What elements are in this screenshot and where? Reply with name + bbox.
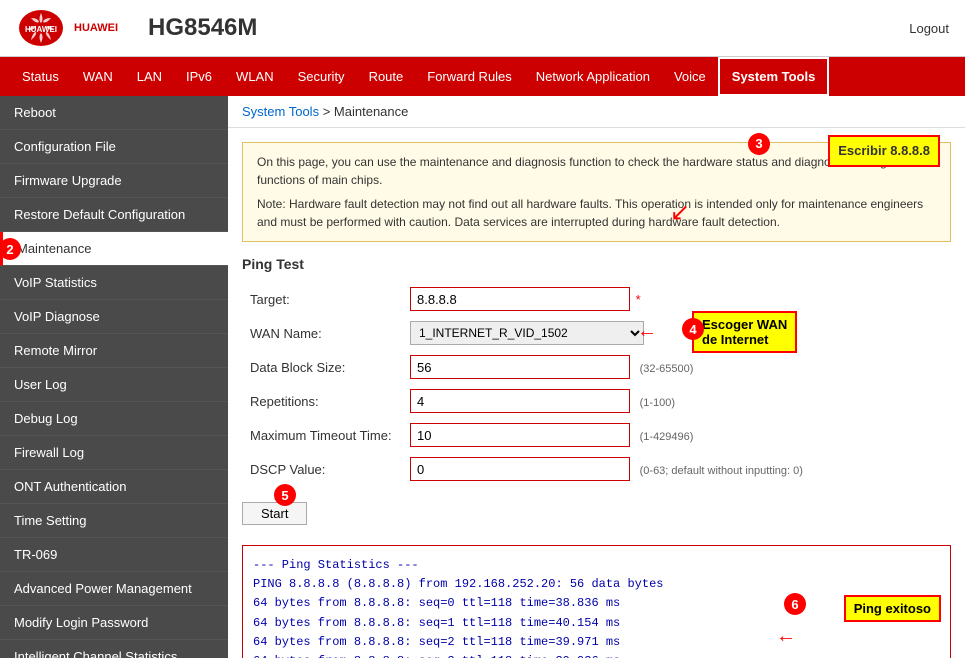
timeout-label: Maximum Timeout Time: (242, 418, 402, 452)
nav-status[interactable]: Status (10, 59, 71, 94)
sidebar-item-config-file[interactable]: Configuration File (0, 130, 228, 164)
repetitions-label: Repetitions: (242, 384, 402, 418)
nav-wan[interactable]: WAN (71, 59, 125, 94)
dscp-input[interactable] (410, 457, 630, 481)
logout-button[interactable]: Logout (909, 21, 949, 36)
data-block-input[interactable] (410, 355, 630, 379)
huawei-logo-icon: HUAWEI (16, 8, 66, 48)
annotation-badge-6: 6 (784, 593, 806, 615)
ping-line: 64 bytes from 8.8.8.8: seq=3 ttl=118 tim… (253, 652, 940, 658)
sidebar-item-ont-auth[interactable]: ONT Authentication (0, 470, 228, 504)
page-title: HG8546M (148, 14, 257, 42)
sidebar-item-tr069[interactable]: TR-069 (0, 538, 228, 572)
content-inner: On this page, you can use the maintenanc… (228, 128, 965, 658)
info-text-2: Note: Hardware fault detection may not f… (257, 195, 936, 231)
start-button-wrapper: Start 5 (242, 496, 307, 525)
sidebar-item-voip-stats[interactable]: VoIP Statistics (0, 266, 228, 300)
nav-security[interactable]: Security (286, 59, 357, 94)
ping-output-wrapper: --- Ping Statistics ---PING 8.8.8.8 (8.8… (242, 545, 951, 658)
arrow-left-icon: ← (637, 320, 657, 343)
annotation-badge-5: 5 (274, 484, 296, 506)
annotation-ping-exitoso: Ping exitoso (844, 595, 941, 622)
dscp-label: DSCP Value: (242, 452, 402, 486)
timeout-hint: (1-429496) (640, 431, 694, 443)
brand-name: HUAWEI (74, 22, 118, 34)
content-area: System Tools > Maintenance On this page,… (228, 96, 965, 658)
breadcrumb-parent[interactable]: System Tools (242, 104, 319, 119)
target-label: Target: (242, 282, 402, 316)
wan-name-label: WAN Name: (242, 316, 402, 350)
timeout-input[interactable] (410, 423, 630, 447)
nav-system-tools[interactable]: System Tools (718, 57, 830, 96)
annotation-escoger-wan: Escoger WANde Internet (692, 311, 797, 353)
sidebar-item-reboot[interactable]: Reboot (0, 96, 228, 130)
sidebar-item-maintenance[interactable]: Maintenance 2 (0, 232, 228, 266)
sidebar-item-intelligent-channel[interactable]: Intelligent Channel Statistics (0, 640, 228, 658)
nav-voice[interactable]: Voice (662, 59, 718, 94)
ping-line: 64 bytes from 8.8.8.8: seq=1 ttl=118 tim… (253, 614, 940, 633)
start-button[interactable]: Start (242, 502, 307, 525)
sidebar-item-adv-power[interactable]: Advanced Power Management (0, 572, 228, 606)
ping-line: 64 bytes from 8.8.8.8: seq=0 ttl=118 tim… (253, 594, 940, 613)
sidebar-item-voip-diagnose[interactable]: VoIP Diagnose (0, 300, 228, 334)
arrow-down-icon: ↙ (670, 195, 690, 231)
ping-test-section: Ping Test Target: * WAN Name: 1_INT (242, 256, 951, 658)
ping-line: PING 8.8.8.8 (8.8.8.8) from 192.168.252.… (253, 575, 940, 594)
ping-line: --- Ping Statistics --- (253, 556, 940, 575)
sidebar-item-user-log[interactable]: User Log (0, 368, 228, 402)
ping-test-title: Ping Test (242, 256, 951, 272)
dscp-hint: (0-63; default without inputting: 0) (640, 465, 803, 477)
annotation-escribir: Escribir 8.8.8.8 (828, 135, 940, 167)
sidebar-item-time-setting[interactable]: Time Setting (0, 504, 228, 538)
nav-wlan[interactable]: WLAN (224, 59, 286, 94)
sidebar-item-firmware[interactable]: Firmware Upgrade (0, 164, 228, 198)
nav-route[interactable]: Route (357, 59, 416, 94)
ping-test-form: Target: * WAN Name: 1_INTERNET_R_VID_150… (242, 282, 951, 486)
nav-network-app[interactable]: Network Application (524, 59, 662, 94)
target-input[interactable] (410, 287, 630, 311)
header: HUAWEI HUAWEI HG8546M Logout (0, 0, 965, 57)
sidebar-item-debug-log[interactable]: Debug Log (0, 402, 228, 436)
sidebar-item-restore-default[interactable]: Restore Default Configuration (0, 198, 228, 232)
wan-name-select[interactable]: 1_INTERNET_R_VID_1502 1_INTERNET_R_VID_1… (410, 321, 644, 345)
breadcrumb: System Tools > Maintenance (228, 96, 965, 128)
required-indicator: * (636, 292, 641, 307)
data-block-label: Data Block Size: (242, 350, 402, 384)
data-block-hint: (32-65500) (640, 363, 694, 375)
brand-logo: HUAWEI HUAWEI (16, 8, 118, 48)
info-box: On this page, you can use the maintenanc… (242, 142, 951, 242)
nav-lan[interactable]: LAN (125, 59, 174, 94)
sidebar-item-modify-password[interactable]: Modify Login Password (0, 606, 228, 640)
nav-ipv6[interactable]: IPv6 (174, 59, 224, 94)
ping-line: 64 bytes from 8.8.8.8: seq=2 ttl=118 tim… (253, 633, 940, 652)
arrow-left2-icon: ← (776, 625, 796, 648)
sidebar-item-remote-mirror[interactable]: Remote Mirror (0, 334, 228, 368)
repetitions-input[interactable] (410, 389, 630, 413)
breadcrumb-current: Maintenance (334, 104, 408, 119)
main-layout: Reboot Configuration File Firmware Upgra… (0, 96, 965, 658)
nav-forward-rules[interactable]: Forward Rules (415, 59, 524, 94)
annotation-badge-4: 4 (682, 318, 704, 340)
sidebar: Reboot Configuration File Firmware Upgra… (0, 96, 228, 658)
repetitions-hint: (1-100) (640, 397, 675, 409)
annotation-badge-3: 3 (748, 133, 770, 155)
sidebar-item-firewall-log[interactable]: Firewall Log (0, 436, 228, 470)
sidebar-badge-2: 2 (0, 238, 21, 260)
main-nav: Status WAN LAN IPv6 WLAN Security Route … (0, 57, 965, 96)
